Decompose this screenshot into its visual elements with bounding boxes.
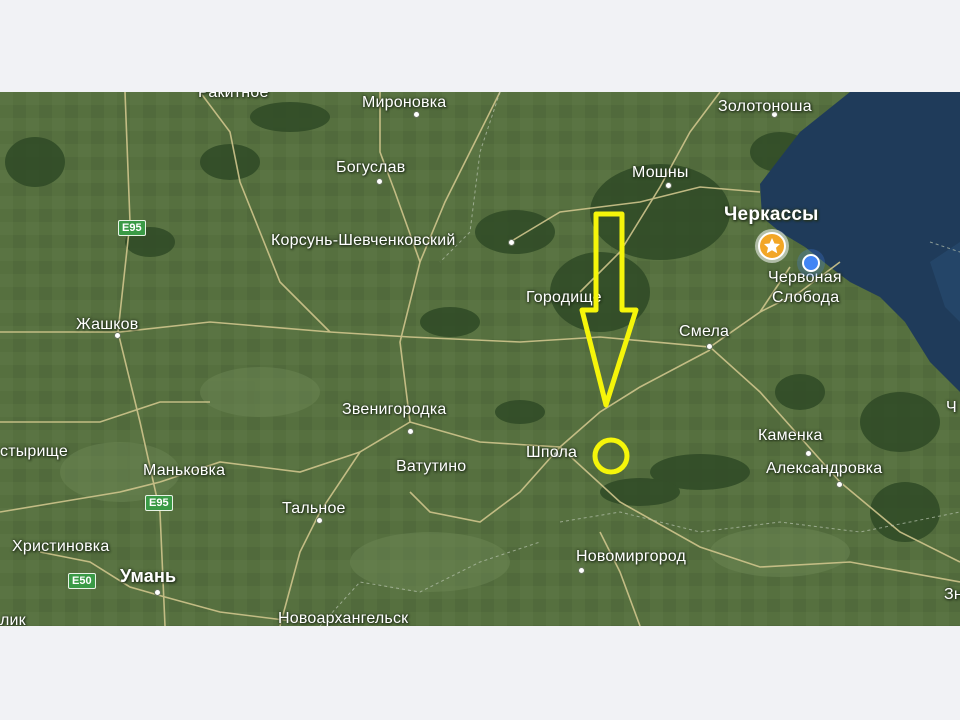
kamenka-dot xyxy=(805,450,812,457)
city-label-mironovka: Мироновка xyxy=(362,94,447,111)
city-label-vatutino: Ватутино xyxy=(396,458,467,475)
novomirgorod-dot xyxy=(578,567,585,574)
city-label-edge-ch: Ч xyxy=(946,399,957,416)
city-label-zhashkov: Жашков xyxy=(76,316,139,333)
city-label-korsun: Корсунь-Шевченковский xyxy=(271,232,456,249)
city-label-mankovka: Маньковка xyxy=(143,462,226,479)
road-shield-e95-north: E95 xyxy=(118,220,146,236)
city-label-khristinovka: Христиновка xyxy=(12,538,110,555)
talnoe-dot xyxy=(316,517,323,524)
city-label-zvenigorodka: Звенигородка xyxy=(342,401,447,418)
city-label-edge-z: Зн xyxy=(944,586,960,603)
city-label-smela: Смела xyxy=(679,323,730,340)
moshny-dot xyxy=(665,182,672,189)
city-label-talnoe: Тальное xyxy=(282,500,346,517)
city-label-styrishche: стырище xyxy=(0,443,68,460)
city-label-novoarkhangelsk: Новоархангельск xyxy=(278,610,409,626)
road-shield-e50: E50 xyxy=(68,573,96,589)
city-label-sloboda: Слобода xyxy=(772,289,840,306)
city-label-boguslav: Богуслав xyxy=(336,159,406,176)
boguslav-dot xyxy=(376,178,383,185)
city-label-moshny: Мошны xyxy=(632,164,689,181)
city-label-novomirgorod: Новомиргород xyxy=(576,548,687,565)
mironovka-dot xyxy=(413,111,420,118)
zvenigorodka-dot xyxy=(407,428,414,435)
city-label-kamenka: Каменка xyxy=(758,427,823,444)
aleksandrovka-dot xyxy=(836,481,843,488)
city-label-shpola: Шпола xyxy=(526,444,578,461)
road-shield-e95-south: E95 xyxy=(145,495,173,511)
city-label-zolotonosha: Золотоноша xyxy=(718,98,812,115)
city-label-gorodische: Городище xyxy=(526,289,602,306)
city-label-edge-lik: лик xyxy=(0,612,26,626)
korsun-dot xyxy=(508,239,515,246)
city-label-chervonaya: Червоная xyxy=(768,269,842,286)
smela-dot xyxy=(706,343,713,350)
city-label-uman: Умань xyxy=(120,566,177,586)
bottom-letterbox xyxy=(0,626,960,720)
satellite-map[interactable]: Ракитное Мироновка Золотоноша Богуслав М… xyxy=(0,92,960,626)
uman-dot xyxy=(154,589,161,596)
city-label-aleksandrovka: Александровка xyxy=(766,460,883,477)
city-label-cherkassy[interactable]: Черкассы xyxy=(724,204,819,226)
city-label-rakitnoe: Ракитное xyxy=(198,92,269,101)
terrain-layer xyxy=(0,92,960,626)
top-letterbox xyxy=(0,0,960,92)
